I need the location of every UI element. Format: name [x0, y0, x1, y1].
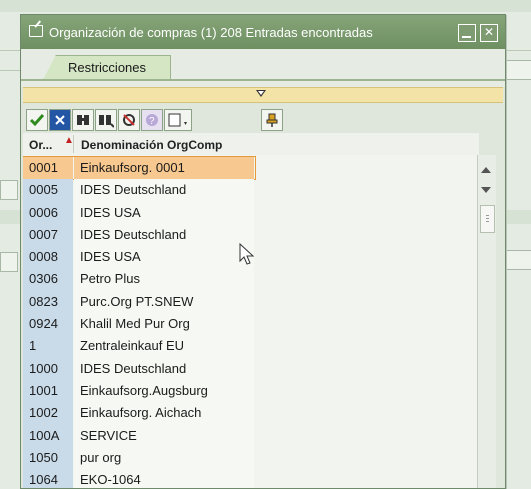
cell-org-name[interactable]: Zentraleinkauf EU: [74, 335, 254, 358]
table-row[interactable]: 1 Zentraleinkauf EU: [23, 335, 479, 358]
vertical-scrollbar[interactable]: [477, 155, 496, 488]
background-field: [0, 180, 18, 200]
cell-org-key[interactable]: 1000: [23, 357, 73, 380]
dialog-title: Organización de compras (1) 208 Entradas…: [49, 25, 373, 40]
cell-org-key[interactable]: 0005: [23, 179, 73, 202]
cell-org-key[interactable]: 0007: [23, 223, 73, 247]
cell-org-key[interactable]: 0006: [23, 201, 73, 224]
edit-icon: [29, 25, 43, 37]
cell-org-key[interactable]: 0008: [23, 246, 73, 269]
dialog-title-bar[interactable]: Organización de compras (1) 208 Entradas…: [21, 15, 505, 49]
cell-org-key[interactable]: 0001: [23, 157, 73, 180]
table-row[interactable]: 1001 Einkaufsorg.Augsburg: [23, 379, 479, 403]
cell-org-name[interactable]: IDES Deutschland: [74, 179, 254, 202]
cell-org-name[interactable]: IDES Deutschland: [74, 357, 254, 380]
table-row[interactable]: 0306 Petro Plus: [23, 268, 479, 291]
cell-org-name[interactable]: Einkaufsorg. Aichach: [74, 402, 254, 425]
cell-org-key[interactable]: 0823: [23, 290, 73, 314]
collapse-arrow-icon[interactable]: [256, 90, 266, 97]
find-next-icon[interactable]: [95, 109, 117, 131]
table-row[interactable]: 100A SERVICE: [23, 424, 479, 447]
cell-org-key[interactable]: 0924: [23, 313, 73, 336]
scroll-thumb[interactable]: [480, 205, 495, 233]
minimize-button[interactable]: [458, 24, 476, 42]
svg-text:?: ?: [149, 116, 155, 127]
cell-org-key[interactable]: 1064: [23, 469, 73, 488]
find-icon[interactable]: [72, 109, 94, 131]
cell-org-key[interactable]: 1: [23, 335, 73, 358]
table-row[interactable]: 1050 pur org: [23, 446, 479, 470]
cell-org-key[interactable]: 0306: [23, 268, 73, 291]
cell-org-key[interactable]: 100A: [23, 424, 73, 447]
tab-divider: [21, 79, 505, 81]
table-header: Or... ▲ Denominación OrgComp: [23, 133, 479, 155]
background-field: [505, 250, 531, 270]
table-row[interactable]: 0924 Khalil Med Pur Org: [23, 313, 479, 336]
cell-org-name[interactable]: EKO-1064: [74, 469, 254, 488]
close-button[interactable]: ✕: [480, 24, 498, 42]
cell-org-key[interactable]: 1001: [23, 379, 73, 403]
scroll-down-icon[interactable]: [481, 187, 491, 193]
cell-org-name[interactable]: Purc.Org PT.SNEW: [74, 290, 254, 314]
sort-icon[interactable]: [118, 109, 140, 131]
table-row[interactable]: 1000 IDES Deutschland: [23, 357, 479, 380]
result-table: Or... ▲ Denominación OrgComp 0001 Einkauf…: [23, 133, 479, 488]
cell-org-name[interactable]: SERVICE: [74, 424, 254, 447]
check-icon[interactable]: [26, 109, 48, 131]
cell-org-name[interactable]: IDES USA: [74, 246, 254, 269]
print-icon[interactable]: [164, 109, 192, 131]
scroll-up-icon[interactable]: [481, 167, 491, 173]
cell-org-name[interactable]: Einkaufsorg. 0001: [74, 157, 254, 180]
cell-org-name[interactable]: Khalil Med Pur Org: [74, 313, 254, 336]
cell-org-key[interactable]: 1050: [23, 446, 73, 470]
cell-org-name[interactable]: IDES Deutschland: [74, 223, 254, 247]
column-header-key[interactable]: Or...: [29, 138, 52, 152]
table-row[interactable]: 1064 EKO-1064: [23, 469, 479, 488]
info-icon[interactable]: ?: [141, 109, 163, 131]
tab-restricciones[interactable]: Restricciones: [43, 55, 171, 80]
background-band: [0, 0, 531, 12]
background-field: [0, 252, 18, 272]
cell-org-name[interactable]: Einkaufsorg.Augsburg: [74, 379, 254, 403]
table-row[interactable]: 0823 Purc.Org PT.SNEW: [23, 290, 479, 314]
mouse-cursor-icon: [239, 243, 255, 265]
column-header-name[interactable]: Denominación OrgComp: [81, 138, 222, 152]
table-row[interactable]: 0005 IDES Deutschland: [23, 179, 479, 202]
background-field: [505, 60, 531, 80]
pin-icon[interactable]: [261, 109, 283, 131]
cell-org-name[interactable]: IDES USA: [74, 201, 254, 224]
table-row[interactable]: 0001 Einkaufsorg. 0001: [23, 155, 256, 181]
cancel-icon[interactable]: [49, 109, 71, 131]
result-toolbar: ?: [21, 107, 505, 131]
table-rows: 0001 Einkaufsorg. 0001 0005 IDES Deutschlan…: [23, 155, 479, 488]
restrictions-collapse-bar[interactable]: [23, 87, 503, 103]
search-help-dialog: Organización de compras (1) 208 Entradas…: [20, 14, 506, 489]
cell-org-name[interactable]: Petro Plus: [74, 268, 254, 291]
table-row[interactable]: 1002 Einkaufsorg. Aichach: [23, 402, 479, 425]
cell-org-key[interactable]: 1002: [23, 402, 73, 425]
table-row[interactable]: 0006 IDES USA: [23, 201, 479, 224]
column-separator[interactable]: [73, 135, 74, 153]
cell-org-name[interactable]: pur org: [74, 446, 254, 470]
